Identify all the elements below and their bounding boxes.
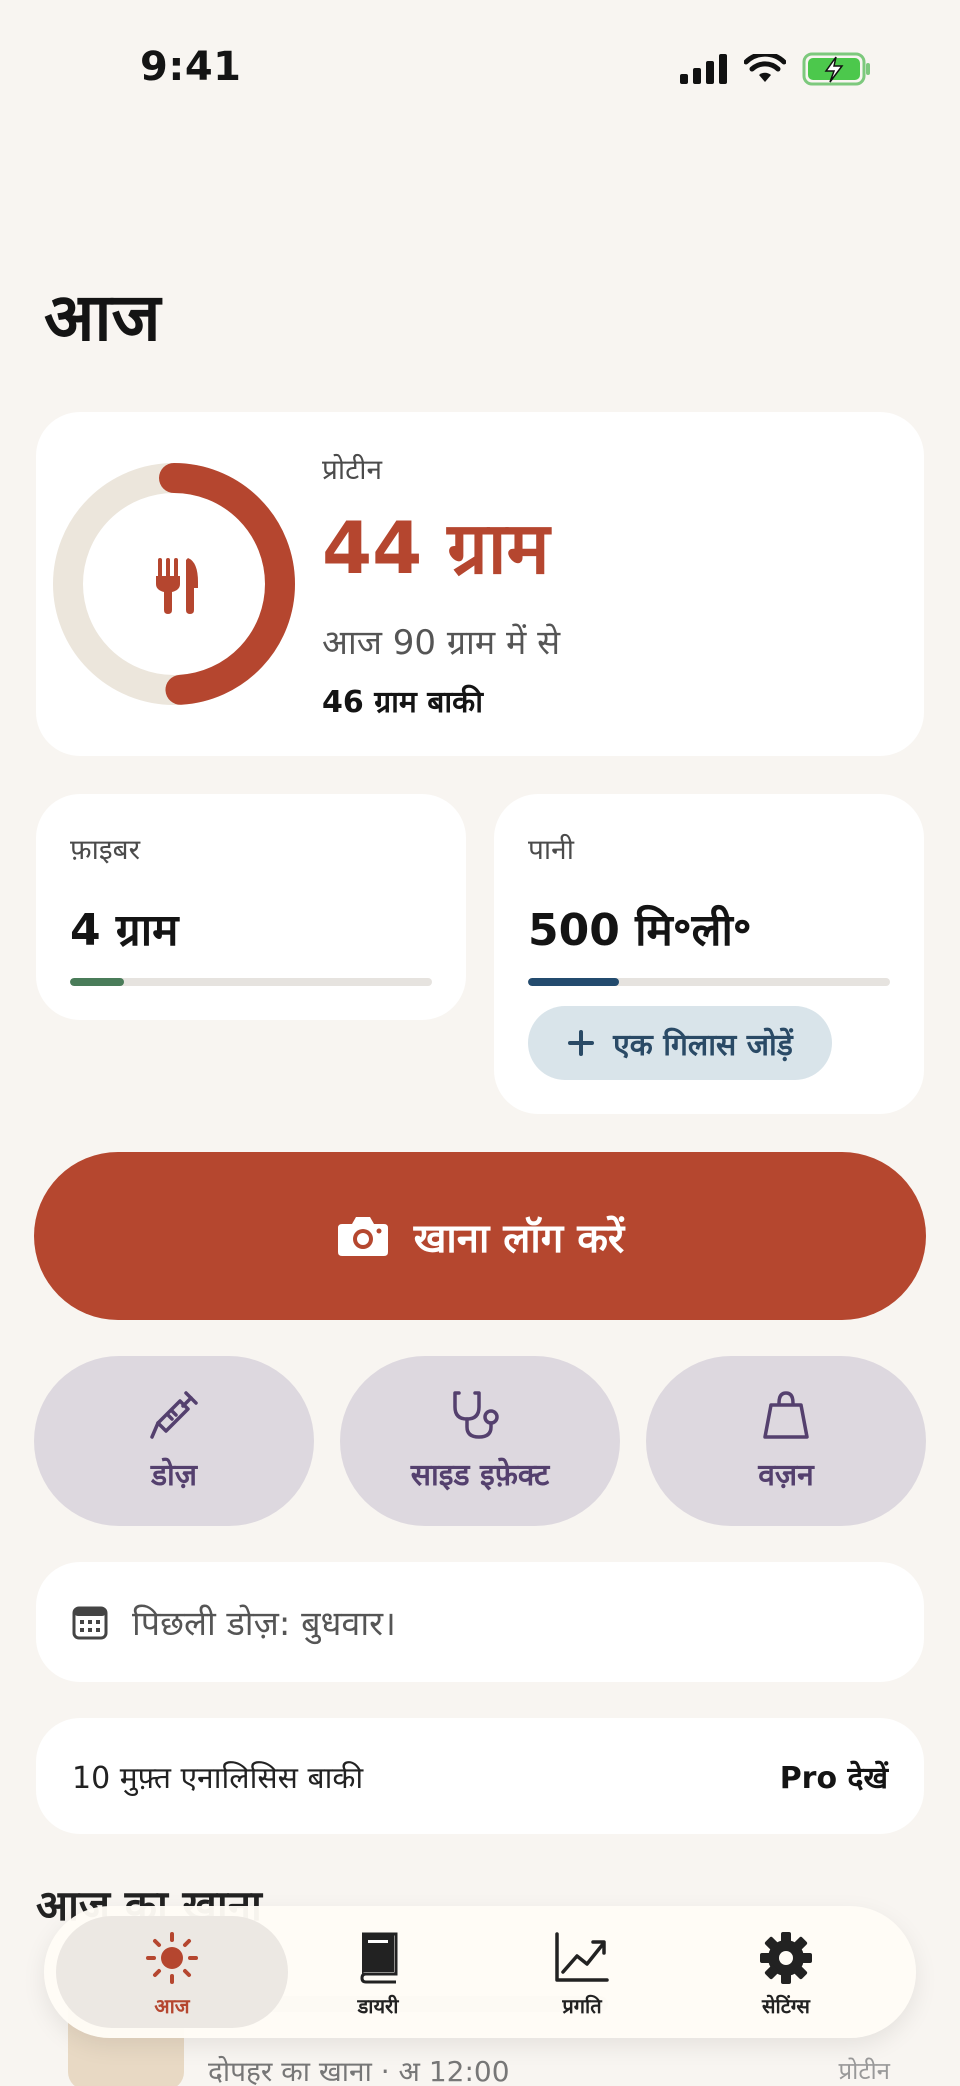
- book-icon: [360, 1932, 398, 1983]
- chart-line-icon: [555, 1931, 609, 1982]
- pro-card[interactable]: 10 मुफ़्त एनालिसिस बाकी Pro देखें: [36, 1718, 924, 1834]
- fiber-progress-bar: [70, 978, 432, 986]
- add-glass-button[interactable]: एक गिलास जोड़ें: [528, 1006, 832, 1080]
- weight-button[interactable]: वज़न: [646, 1356, 926, 1526]
- wifi-icon: [744, 54, 786, 82]
- battery-icon: [802, 52, 870, 86]
- dose-button[interactable]: डोज़: [34, 1356, 314, 1526]
- side-effects-button[interactable]: साइड इफ़ेक्ट: [340, 1356, 620, 1526]
- free-analysis-text: 10 मुफ़्त एनालिसिस बाकी: [72, 1760, 364, 1796]
- scale-icon: [763, 1390, 809, 1439]
- water-progress-fill: [528, 978, 619, 986]
- protein-label: प्रोटीन: [322, 453, 383, 486]
- tab-progress[interactable]: प्रगति: [492, 1920, 672, 2028]
- protein-progress-ring: [53, 463, 295, 705]
- water-label: पानी: [528, 833, 574, 866]
- weight-label: वज़न: [758, 1457, 814, 1493]
- protein-goal-text: आज 90 ग्राम में से: [322, 623, 561, 663]
- fiber-value: 4 ग्राम: [70, 905, 179, 956]
- calendar-icon: [72, 1606, 108, 1640]
- tab-diary[interactable]: डायरी: [288, 1920, 468, 2028]
- view-pro-link[interactable]: Pro देखें: [780, 1756, 888, 1797]
- tab-diary-label: डायरी: [357, 1993, 399, 2018]
- side-effects-label: साइड इफ़ेक्ट: [410, 1457, 550, 1493]
- dose-label: डोज़: [150, 1457, 198, 1493]
- protein-remaining: 46 ग्राम बाकी: [322, 685, 483, 720]
- stethoscope-icon: [453, 1390, 499, 1439]
- gear-icon: [760, 1931, 812, 1984]
- tab-today-label: आज: [154, 1993, 190, 2018]
- tab-progress-label: प्रगति: [562, 1993, 602, 2018]
- fiber-progress-fill: [70, 978, 125, 986]
- protein-value: 44 ग्राम: [322, 506, 550, 590]
- log-food-button[interactable]: खाना लॉग करें: [34, 1152, 926, 1320]
- meal-subtitle: दोपहर का खाना · अ 12:00: [208, 2055, 510, 2086]
- status-icons: [680, 52, 872, 86]
- water-value: 500 मि॰ली॰: [528, 905, 752, 956]
- meal-tag: प्रोटीन: [838, 2057, 890, 2085]
- fork-knife-icon: [156, 558, 198, 614]
- last-dose-text: पिछली डोज़: बुधवार।: [132, 1604, 396, 1644]
- tab-today[interactable]: आज: [82, 1920, 262, 2028]
- plus-icon: [568, 1030, 595, 1056]
- status-time: 9:41: [140, 44, 242, 90]
- syringe-icon: [150, 1390, 198, 1439]
- fiber-card[interactable]: फ़ाइबर 4 ग्राम: [36, 794, 466, 1020]
- sun-icon: [146, 1931, 198, 1984]
- water-progress-bar: [528, 978, 890, 986]
- log-food-label: खाना लॉग करें: [413, 1215, 625, 1262]
- add-glass-label: एक गिलास जोड़ें: [613, 1027, 793, 1063]
- camera-icon: [337, 1217, 388, 1256]
- signal-icon: [680, 54, 727, 84]
- page-title: आज: [44, 279, 161, 356]
- tab-settings[interactable]: सेटिंग्स: [696, 1920, 876, 2028]
- fiber-label: फ़ाइबर: [70, 833, 141, 866]
- tab-settings-label: सेटिंग्स: [762, 1993, 810, 2018]
- last-dose-card[interactable]: पिछली डोज़: बुधवार।: [36, 1562, 924, 1682]
